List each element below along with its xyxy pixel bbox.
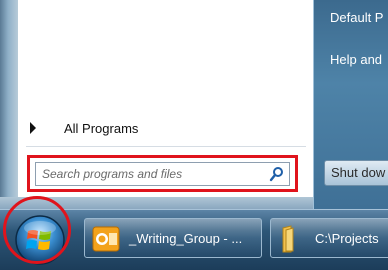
right-item-help-and-support[interactable]: Help and <box>330 52 382 67</box>
all-programs-label: All Programs <box>64 121 139 136</box>
start-menu-glass-left <box>0 0 18 209</box>
shut-down-button[interactable]: Shut dow <box>324 160 388 186</box>
outlook-icon <box>92 226 120 252</box>
taskbar-button-projects-folder[interactable]: C:\Projects <box>270 218 388 258</box>
start-menu-right-column: Default P Help and Shut dow <box>313 0 388 209</box>
search-box[interactable] <box>35 162 290 186</box>
all-programs-item[interactable]: All Programs <box>30 118 290 140</box>
folder-icon <box>282 225 294 253</box>
right-item-default-programs[interactable]: Default P <box>330 10 383 25</box>
taskbar-button-label: C:\Projects <box>315 231 379 246</box>
taskbar-button-writing-group[interactable]: _Writing_Group - ... <box>84 218 262 258</box>
triangle-right-icon <box>30 122 36 134</box>
search-input[interactable] <box>42 166 262 182</box>
start-button-highlight-frame <box>3 196 71 264</box>
menu-separator <box>26 146 306 147</box>
taskbar-button-label: _Writing_Group - ... <box>129 231 243 246</box>
search-icon[interactable] <box>269 166 285 182</box>
